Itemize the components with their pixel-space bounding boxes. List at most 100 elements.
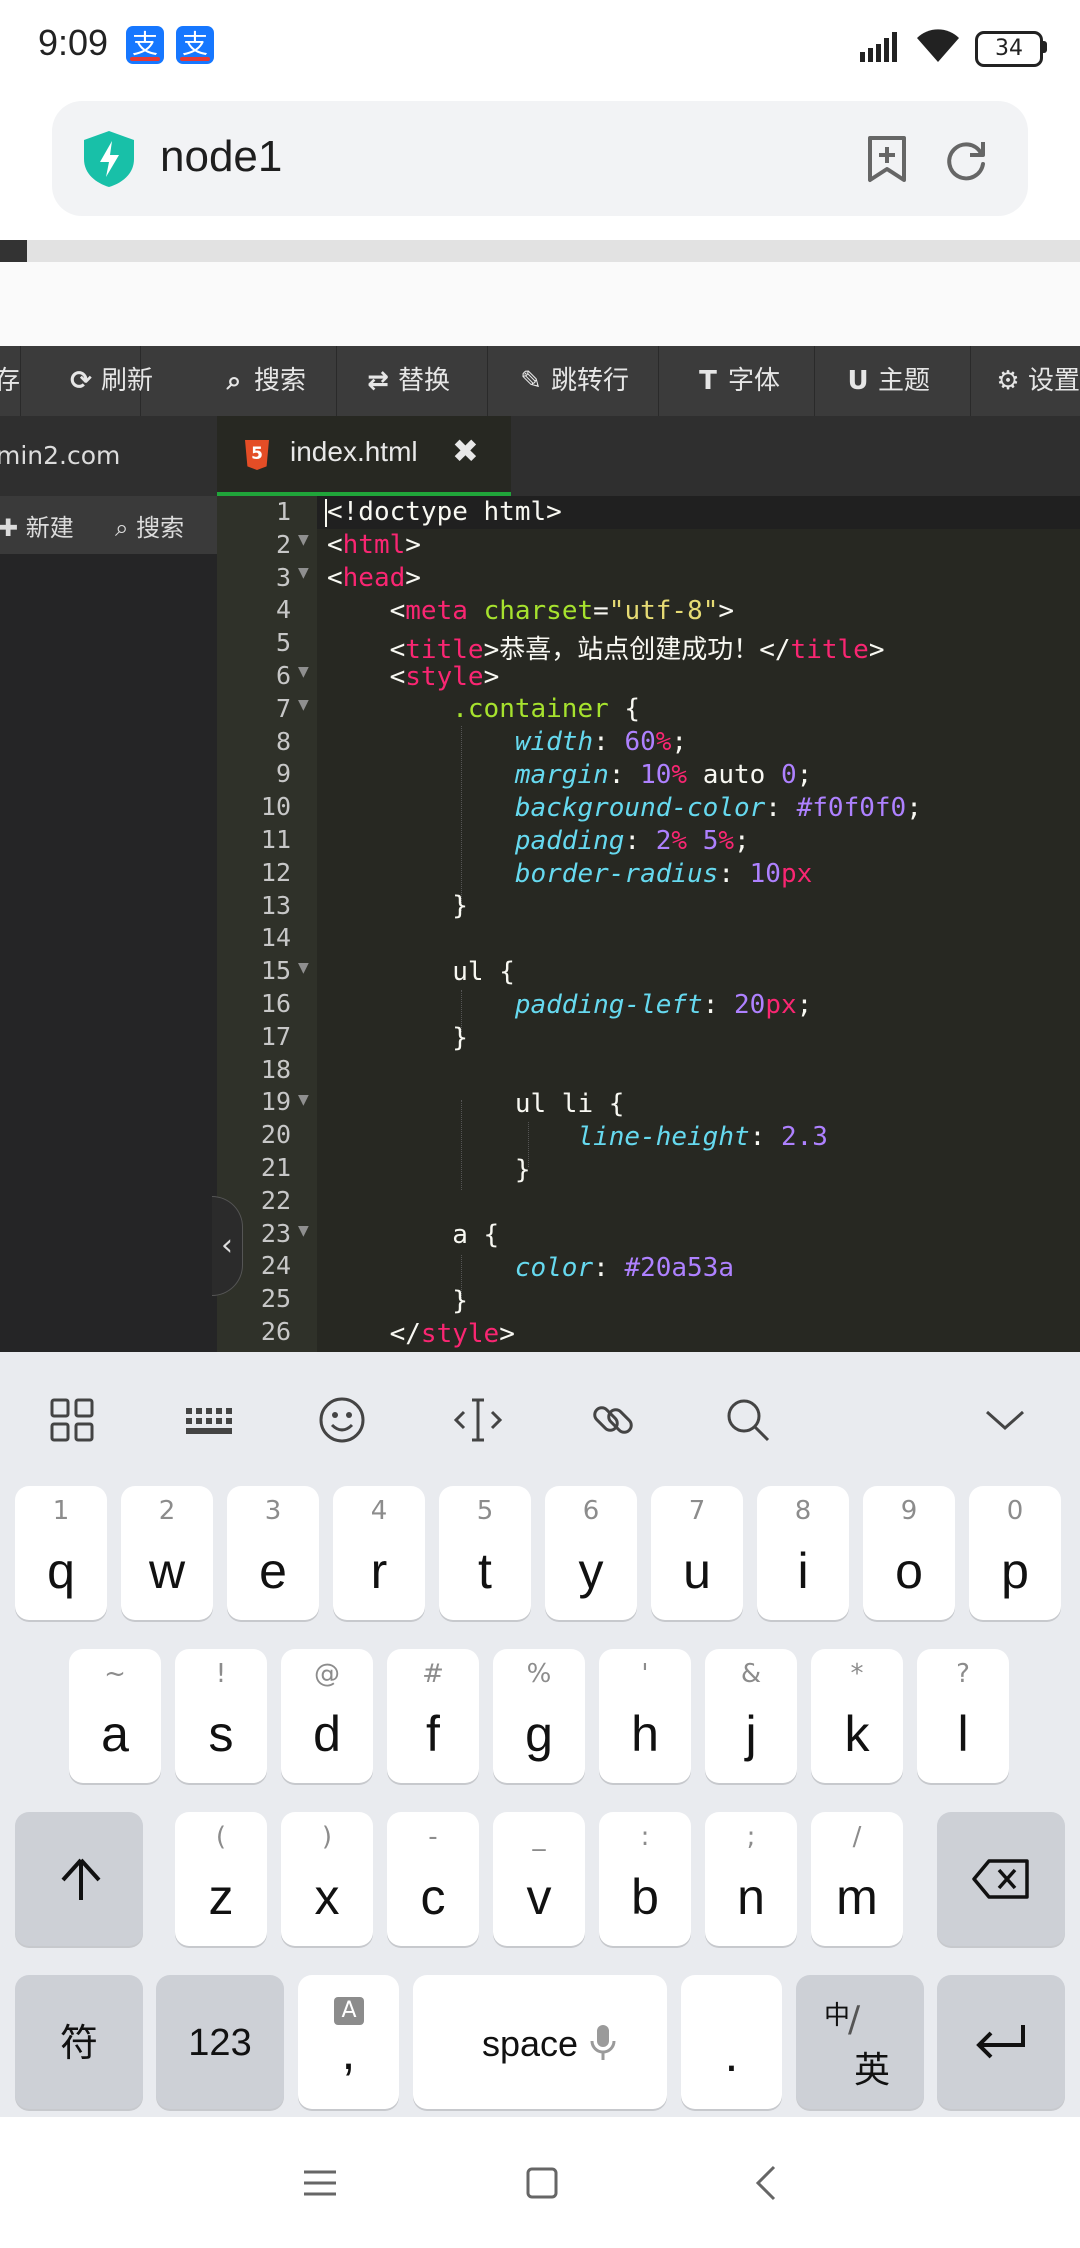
fold-arrow-icon[interactable]: ▼ [298,697,309,713]
search-icon[interactable] [718,1390,778,1450]
home-icon[interactable] [525,2166,559,2200]
line-number: 7 [275,693,291,723]
code-line-24[interactable]: color: #20a53a [327,1253,734,1283]
code-line-2[interactable]: <html> [327,530,421,560]
key-f[interactable]: # f [387,1649,479,1783]
cursor-move-icon[interactable] [448,1390,508,1450]
mic-icon [590,2025,616,2060]
fold-arrow-icon[interactable]: ▼ [298,960,309,976]
key-e[interactable]: 3e [227,1486,319,1620]
language-switch-key[interactable]: 中 / 英 [796,1975,924,2109]
comma-key[interactable]: A , [298,1975,399,2109]
backspace-key[interactable] [937,1812,1065,1946]
key-x[interactable]: ) x [281,1812,373,1946]
key-hint: - [428,1822,438,1852]
fold-arrow-icon[interactable]: ▼ [298,565,309,581]
code-line-10[interactable]: background-color: #f0f0f0; [327,793,922,823]
toolbar-settings-button[interactable]: ⚙ 设置 [972,346,1080,416]
symbols-key[interactable]: 符 [15,1975,143,2109]
key-k[interactable]: * k [811,1649,903,1783]
sidebar-new-button[interactable]: ✚ 新建 [0,508,74,543]
key-l[interactable]: ? l [917,1649,1009,1783]
period-key[interactable]: . [681,1975,782,2109]
key-v[interactable]: _ v [493,1812,585,1946]
key-hint: _ [532,1822,546,1852]
code-line-19[interactable]: ul li { [327,1089,625,1119]
toolbar-item-cut[interactable]: 存 [0,346,21,416]
key-t[interactable]: 5t [439,1486,531,1620]
tab-domain[interactable]: min2.com [0,416,217,496]
close-tab-icon[interactable]: ✖ [452,432,479,470]
key-h[interactable]: ' h [599,1649,691,1783]
code-line-12[interactable]: border-radius: 10px [327,859,812,889]
fold-arrow-icon[interactable]: ▼ [298,1223,309,1239]
code-line-16[interactable]: padding-left: 20px; [327,990,812,1020]
code-line-17[interactable]: } [327,1023,468,1053]
collapse-sidebar-button[interactable]: ‹ [212,1196,243,1296]
code-line-15[interactable]: ul { [327,957,515,987]
key-d[interactable]: @ d [281,1649,373,1783]
back-icon[interactable] [754,2164,778,2202]
key-z[interactable]: (z [175,1812,267,1946]
toolbar-theme-button[interactable]: U 主题 [816,346,971,416]
key-b[interactable]: :b [599,1812,691,1946]
toolbar-goto-line-button[interactable]: ✎ 跳转行 [489,346,659,416]
numbers-key[interactable]: 123 [156,1975,284,2109]
code-line-5[interactable]: <title>恭喜，站点创建成功！</title> [327,629,885,666]
code-line-25[interactable]: } [327,1286,468,1316]
key-y[interactable]: 6y [545,1486,637,1620]
fold-arrow-icon[interactable]: ▼ [298,532,309,548]
key-a[interactable]: ~ a [69,1649,161,1783]
code-line-8[interactable]: width: 60%; [327,727,687,757]
code-line-7[interactable]: .container { [327,694,640,724]
code-line-23[interactable]: a { [327,1220,499,1250]
enter-key[interactable] [937,1975,1065,2109]
code-line-21[interactable]: } [327,1155,531,1185]
page-title[interactable]: node1 [160,132,282,182]
space-key[interactable]: space [413,1975,667,2109]
fold-arrow-icon[interactable]: ▼ [298,1092,309,1108]
key-hint: ' [641,1659,649,1689]
key-w[interactable]: 2w [121,1486,213,1620]
key-s[interactable]: ! s [175,1649,267,1783]
key-i[interactable]: 8i [757,1486,849,1620]
toolbar-replace-button[interactable]: ⇄ 替换 [338,346,488,416]
apps-grid-icon[interactable] [42,1390,102,1450]
menu-icon[interactable] [302,2166,338,2200]
code-line-4[interactable]: <meta charset="utf-8"> [327,596,734,626]
slash-divider: / [848,1999,861,2040]
toolbar-refresh-button[interactable]: ⟳ 刷新 [21,346,153,416]
key-o[interactable]: 9o [863,1486,955,1620]
refresh-icon[interactable] [942,136,990,184]
key-n[interactable]: ; n [705,1812,797,1946]
clipboard-link-icon[interactable] [583,1390,643,1450]
toolbar-font-button[interactable]: T 字体 [660,346,815,416]
code-line-26[interactable]: </style> [327,1319,515,1349]
key-u[interactable]: 7u [651,1486,743,1620]
hide-keyboard-icon[interactable] [975,1390,1035,1450]
code-line-13[interactable]: } [327,891,468,921]
code-line-11[interactable]: padding: 2% 5%; [327,826,750,856]
code-line-1[interactable]: <!doctype html> [327,497,562,527]
bookmark-add-icon[interactable] [864,134,910,184]
toolbar-search-button[interactable]: ⌕ 搜索 [142,346,337,416]
code-line-9[interactable]: margin: 10% auto 0; [327,760,812,790]
key-hint: % [526,1659,552,1689]
key-p[interactable]: 0p [969,1486,1061,1620]
keyboard-layout-icon[interactable] [178,1390,238,1450]
line-number: 21 [260,1153,291,1182]
key-r[interactable]: 4r [333,1486,425,1620]
key-c[interactable]: -c [387,1812,479,1946]
key-m[interactable]: / m [811,1812,903,1946]
key-g[interactable]: % g [493,1649,585,1783]
code-line-6[interactable]: <style> [327,662,500,692]
sidebar-search-button[interactable]: ⌕ 搜索 [115,508,184,543]
shift-key[interactable] [15,1812,143,1946]
code-line-3[interactable]: <head> [327,563,421,593]
fold-arrow-icon[interactable]: ▼ [298,664,309,680]
key-j[interactable]: & j [705,1649,797,1783]
code-line-20[interactable]: line-height: 2.3 [327,1122,827,1152]
key-hint: 5 [476,1496,494,1526]
emoji-icon[interactable] [312,1390,372,1450]
key-q[interactable]: 1q [15,1486,107,1620]
